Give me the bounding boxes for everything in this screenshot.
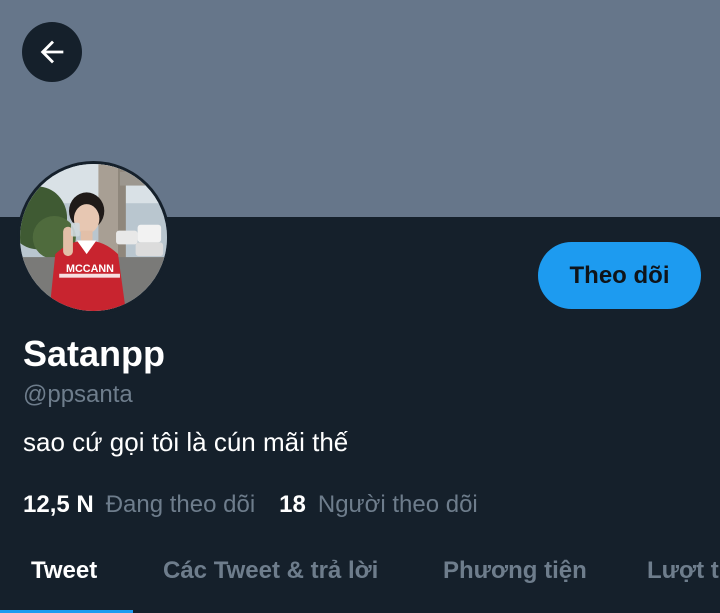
followers-count: 18 [279, 491, 306, 518]
followers-stat[interactable]: 18 Người theo dõi [279, 489, 478, 521]
profile-tabs: Tweet Các Tweet & trả lời Phương tiện Lư… [0, 545, 720, 613]
display-name: Satanpp [23, 333, 166, 374]
avatar[interactable]: MCCANN [17, 161, 170, 314]
username-handle: @ppsanta [23, 381, 133, 408]
tab-tweet[interactable]: Tweet [31, 555, 97, 587]
followers-label: Người theo dõi [317, 491, 478, 518]
tab-media[interactable]: Phương tiện [443, 555, 587, 587]
following-count: 12,5 N [23, 491, 94, 518]
arrow-left-icon [35, 35, 69, 69]
profile-stats: 12,5 N Đang theo dõi 18 Người theo dõi [23, 489, 478, 521]
back-button[interactable] [22, 22, 82, 82]
following-stat[interactable]: 12,5 N Đang theo dõi [23, 489, 255, 521]
profile-bio: sao cứ gọi tôi là cún mãi thế [23, 427, 349, 457]
avatar-jersey-text: MCCANN [66, 263, 114, 275]
follow-button[interactable]: Theo dõi [538, 242, 701, 309]
tab-tweets-and-replies[interactable]: Các Tweet & trả lời [163, 555, 378, 587]
following-label: Đang theo dõi [105, 491, 256, 518]
profile-page: MCCANN Theo dõi Satanpp @ppsanta sao cứ … [0, 0, 720, 613]
tab-likes[interactable]: Lượt thích [647, 555, 720, 587]
